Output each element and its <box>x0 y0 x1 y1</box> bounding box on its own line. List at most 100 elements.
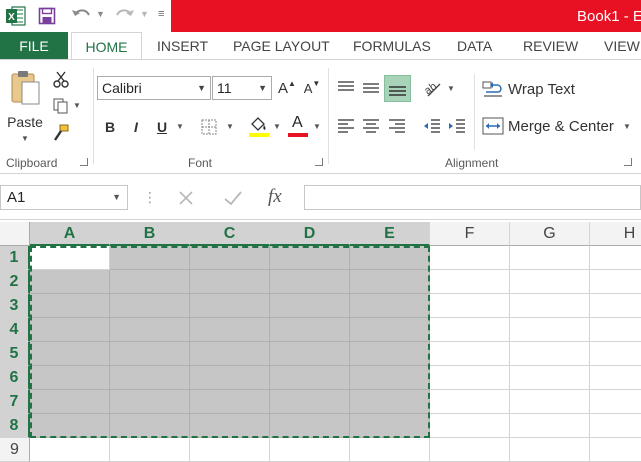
font-color-dropdown-icon[interactable]: ▼ <box>313 122 321 131</box>
decrease-indent-icon[interactable] <box>422 118 442 134</box>
row-header-6[interactable]: 6 <box>0 366 30 390</box>
cell-g1[interactable] <box>510 246 590 270</box>
grow-font-button[interactable]: A ▲ <box>277 78 297 98</box>
cell-e4[interactable] <box>350 318 430 342</box>
cell-b9[interactable] <box>110 438 190 462</box>
column-header-b[interactable]: B <box>110 222 190 246</box>
shrink-font-button[interactable]: A ▼ <box>302 78 322 98</box>
fill-color-icon[interactable] <box>248 114 270 138</box>
row-header-3[interactable]: 3 <box>0 294 30 318</box>
tab-file[interactable]: FILE <box>0 32 68 60</box>
cell-b5[interactable] <box>110 342 190 366</box>
align-bottom-icon[interactable] <box>384 75 411 102</box>
cell-c3[interactable] <box>190 294 270 318</box>
cell-f3[interactable] <box>430 294 510 318</box>
cell-a8[interactable] <box>30 414 110 438</box>
cell-b8[interactable] <box>110 414 190 438</box>
cell-h2[interactable] <box>590 270 641 294</box>
cell-h4[interactable] <box>590 318 641 342</box>
cell-c5[interactable] <box>190 342 270 366</box>
cell-c7[interactable] <box>190 390 270 414</box>
cell-a3[interactable] <box>30 294 110 318</box>
bold-button[interactable]: B <box>100 116 120 138</box>
cell-c4[interactable] <box>190 318 270 342</box>
redo-icon[interactable] <box>114 6 136 26</box>
cell-a5[interactable] <box>30 342 110 366</box>
cell-a4[interactable] <box>30 318 110 342</box>
undo-icon[interactable] <box>70 6 92 26</box>
cell-g8[interactable] <box>510 414 590 438</box>
cell-c1[interactable] <box>190 246 270 270</box>
tab-page-layout[interactable]: PAGE LAYOUT <box>233 32 330 60</box>
undo-dropdown-icon[interactable]: ▼ <box>96 9 105 19</box>
merge-center-dropdown-icon[interactable]: ▼ <box>623 122 631 131</box>
cell-d1[interactable] <box>270 246 350 270</box>
cell-a2[interactable] <box>30 270 110 294</box>
cell-a6[interactable] <box>30 366 110 390</box>
tab-view[interactable]: VIEW <box>604 32 640 60</box>
format-painter-icon[interactable] <box>52 124 70 142</box>
row-header-5[interactable]: 5 <box>0 342 30 366</box>
cell-a1[interactable] <box>30 246 110 270</box>
align-right-icon[interactable] <box>387 118 407 134</box>
cell-g6[interactable] <box>510 366 590 390</box>
cell-h5[interactable] <box>590 342 641 366</box>
save-icon[interactable] <box>38 7 56 25</box>
row-header-9[interactable]: 9 <box>0 438 30 462</box>
column-header-e[interactable]: E <box>350 222 430 246</box>
cell-h7[interactable] <box>590 390 641 414</box>
confirm-entry-icon[interactable] <box>222 188 244 208</box>
column-header-a[interactable]: A <box>30 222 110 246</box>
formula-input[interactable] <box>304 185 641 210</box>
paste-button[interactable]: Paste ▼ <box>4 68 46 150</box>
row-header-4[interactable]: 4 <box>0 318 30 342</box>
align-left-icon[interactable] <box>336 118 356 134</box>
cell-b7[interactable] <box>110 390 190 414</box>
cell-b3[interactable] <box>110 294 190 318</box>
align-middle-icon[interactable] <box>361 80 381 96</box>
font-size-combo[interactable]: 11 ▼ <box>212 76 272 100</box>
underline-dropdown-icon[interactable]: ▼ <box>176 122 184 131</box>
cell-h8[interactable] <box>590 414 641 438</box>
align-top-icon[interactable] <box>336 80 356 96</box>
customize-qat-icon[interactable]: ≡ <box>158 8 164 20</box>
tab-review[interactable]: REVIEW <box>523 32 578 60</box>
cell-f6[interactable] <box>430 366 510 390</box>
redo-dropdown-icon[interactable]: ▼ <box>140 9 149 19</box>
cell-g3[interactable] <box>510 294 590 318</box>
cell-b6[interactable] <box>110 366 190 390</box>
align-center-icon[interactable] <box>361 118 381 134</box>
column-header-c[interactable]: C <box>190 222 270 246</box>
row-header-8[interactable]: 8 <box>0 414 30 438</box>
cell-d4[interactable] <box>270 318 350 342</box>
alignment-launcher-icon[interactable] <box>624 158 632 166</box>
cell-e6[interactable] <box>350 366 430 390</box>
orientation-dropdown-icon[interactable]: ▼ <box>447 84 455 93</box>
cell-d3[interactable] <box>270 294 350 318</box>
tab-data[interactable]: DATA <box>457 32 492 60</box>
cell-c9[interactable] <box>190 438 270 462</box>
cell-e7[interactable] <box>350 390 430 414</box>
formula-bar-grip-icon[interactable]: ⋮ <box>143 189 157 206</box>
cell-b1[interactable] <box>110 246 190 270</box>
cell-g2[interactable] <box>510 270 590 294</box>
underline-button[interactable]: U <box>152 116 172 138</box>
cell-g5[interactable] <box>510 342 590 366</box>
cell-a9[interactable] <box>30 438 110 462</box>
cell-d6[interactable] <box>270 366 350 390</box>
cancel-entry-icon[interactable] <box>176 188 196 208</box>
font-name-combo[interactable]: Calibri ▼ <box>97 76 211 100</box>
cell-d9[interactable] <box>270 438 350 462</box>
clipboard-launcher-icon[interactable] <box>80 158 88 166</box>
tab-formulas[interactable]: FORMULAS <box>353 32 431 60</box>
cell-e1[interactable] <box>350 246 430 270</box>
cell-g7[interactable] <box>510 390 590 414</box>
cell-a7[interactable] <box>30 390 110 414</box>
cell-f5[interactable] <box>430 342 510 366</box>
cell-d5[interactable] <box>270 342 350 366</box>
font-launcher-icon[interactable] <box>315 158 323 166</box>
column-header-h[interactable]: H <box>590 222 641 246</box>
italic-button[interactable]: I <box>126 116 146 138</box>
cell-g4[interactable] <box>510 318 590 342</box>
fill-color-dropdown-icon[interactable]: ▼ <box>273 122 281 131</box>
